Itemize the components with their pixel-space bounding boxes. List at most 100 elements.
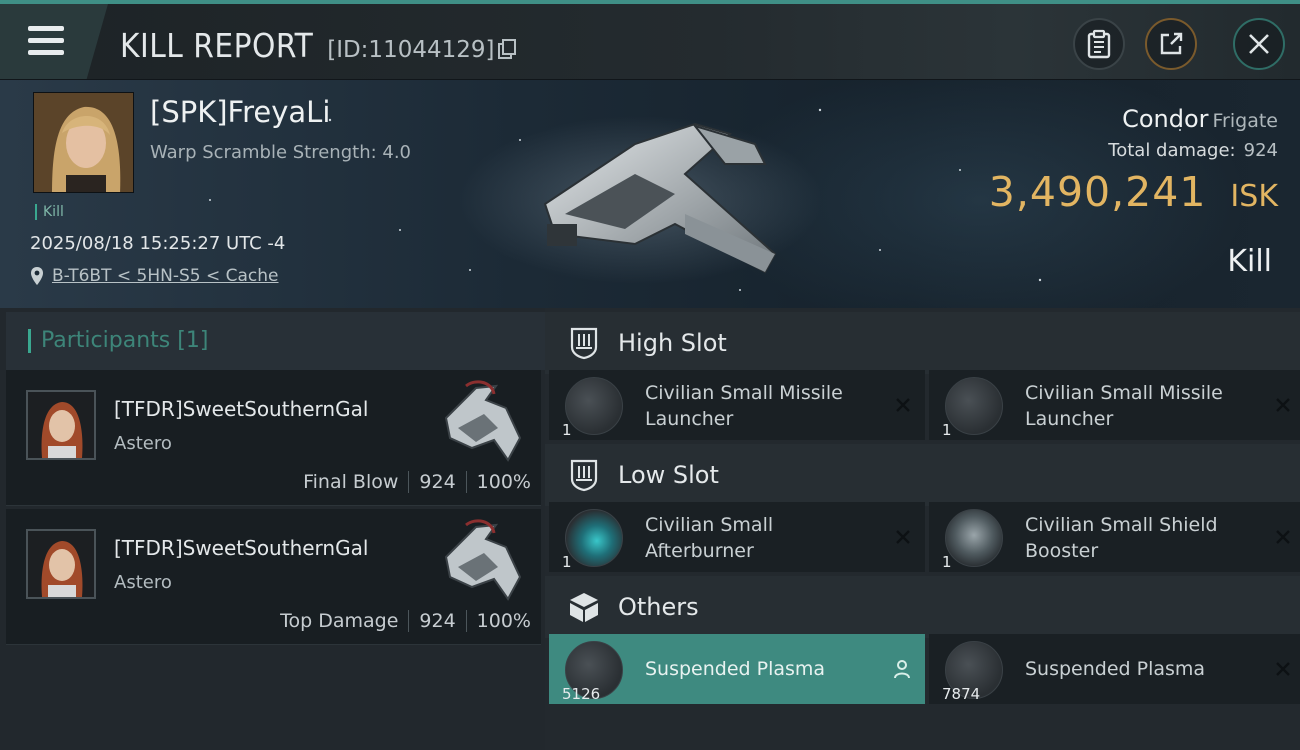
low-slot-icon xyxy=(570,459,598,492)
low-slot-header: Low Slot xyxy=(545,444,1300,506)
header-bar: KILL REPORT [ID:11044129] xyxy=(0,0,1300,80)
clipboard-button[interactable] xyxy=(1073,18,1125,70)
victim-ship-image[interactable] xyxy=(525,104,795,294)
report-id: [ID:11044129] xyxy=(327,37,495,63)
item-name: Suspended Plasma xyxy=(645,658,826,680)
divider xyxy=(465,610,467,632)
participant-role: Final Blow xyxy=(303,471,399,493)
total-damage-label: Total damage: xyxy=(1108,140,1236,161)
module-quantity: 1 xyxy=(942,553,952,571)
title-group: KILL REPORT [ID:11044129] xyxy=(120,26,517,65)
total-damage: Total damage: 924 xyxy=(1108,140,1278,161)
item-quantity: 5126 xyxy=(562,685,601,703)
isk-value: 3,490,241 ISK xyxy=(989,168,1278,216)
module-name: Civilian Small Afterburner xyxy=(645,514,774,562)
participant-ship: Astero xyxy=(114,572,172,593)
kill-location[interactable]: B-T6BT < 5HN-S5 < Cache xyxy=(30,266,279,286)
clipboard-icon xyxy=(1087,29,1111,59)
high-slot-header: High Slot xyxy=(545,312,1300,374)
participant-ship-image[interactable] xyxy=(436,517,528,605)
page-title: KILL REPORT xyxy=(120,26,314,65)
participant-stats: Top Damage 924 100% xyxy=(280,610,531,632)
divider xyxy=(408,610,410,632)
participant-percent: 100% xyxy=(476,471,531,493)
victim-detail: Warp Scramble Strength: 4.0 xyxy=(150,142,412,163)
cargo-item[interactable]: 5126 Suspended Plasma xyxy=(549,634,925,704)
dropped-person-icon xyxy=(894,660,910,679)
module-item[interactable]: 1 Civilian Small Missile Launcher xyxy=(549,370,925,440)
destroyed-icon xyxy=(896,530,910,544)
module-item[interactable]: 1 Civilian Small Missile Launcher xyxy=(929,370,1300,440)
participant-damage: 924 xyxy=(419,610,456,632)
cargo-box-icon xyxy=(570,593,598,622)
module-name: Civilian Small Missile Launcher xyxy=(1025,382,1223,430)
avatar[interactable] xyxy=(26,390,96,460)
close-button[interactable] xyxy=(1233,18,1285,70)
item-quantity: 7874 xyxy=(942,685,981,703)
victim-banner: [SPK]FreyaLi Warp Scramble Strength: 4.0… xyxy=(0,80,1300,308)
high-slot-icon xyxy=(570,327,598,360)
destroyed-icon xyxy=(1276,662,1290,676)
module-name: Civilian Small Missile Launcher xyxy=(645,382,843,430)
module-item[interactable]: 1 Civilian Small Afterburner xyxy=(549,502,925,572)
participant-card[interactable]: [TFDR]SweetSouthernGal Astero Top Damage… xyxy=(6,509,541,645)
participant-percent: 100% xyxy=(476,610,531,632)
victim-portrait[interactable] xyxy=(33,92,134,193)
shield-booster-icon xyxy=(945,509,1003,567)
ship-type: Condor xyxy=(1122,105,1209,133)
cargo-item[interactable]: 7874 Suspended Plasma xyxy=(929,634,1300,704)
others-title: Others xyxy=(618,593,699,621)
participant-ship: Astero xyxy=(114,433,172,454)
menu-button[interactable] xyxy=(0,4,108,80)
participants-title: Participants [1] xyxy=(28,329,208,353)
module-quantity: 1 xyxy=(942,421,952,439)
victim-name[interactable]: [SPK]FreyaLi xyxy=(150,95,330,129)
location-pin-icon xyxy=(31,267,43,285)
kill-report-window: KILL REPORT [ID:11044129] [SPK]FreyaLi W… xyxy=(0,0,1300,750)
divider xyxy=(465,471,467,493)
kill-result: Kill xyxy=(1227,244,1272,279)
participant-avatar xyxy=(28,531,94,597)
divider xyxy=(408,471,410,493)
participant-avatar xyxy=(28,392,94,458)
participant-role: Top Damage xyxy=(280,610,399,632)
participant-name[interactable]: [TFDR]SweetSouthernGal xyxy=(114,397,368,421)
participant-name[interactable]: [TFDR]SweetSouthernGal xyxy=(114,536,368,560)
ship-class: Frigate xyxy=(1212,110,1278,132)
isk-unit: ISK xyxy=(1230,179,1278,214)
isk-amount: 3,490,241 xyxy=(988,168,1207,216)
participant-stats: Final Blow 924 100% xyxy=(303,471,531,493)
participants-header: Participants [1] xyxy=(6,312,545,370)
module-name: Civilian Small Shield Booster xyxy=(1025,514,1218,562)
module-item[interactable]: 1 Civilian Small Shield Booster xyxy=(929,502,1300,572)
menu-icon xyxy=(28,26,64,56)
afterburner-icon xyxy=(565,509,623,567)
participants-label: Participants xyxy=(41,328,171,353)
kill-timestamp: 2025/08/18 15:25:27 UTC -4 xyxy=(30,233,286,254)
share-button[interactable] xyxy=(1145,18,1197,70)
participant-card[interactable]: [TFDR]SweetSouthernGal Astero Final Blow… xyxy=(6,370,541,506)
participant-damage: 924 xyxy=(419,471,456,493)
kill-tag: Kill xyxy=(35,204,64,220)
participant-ship-image[interactable] xyxy=(436,378,528,466)
location-link[interactable]: B-T6BT < 5HN-S5 < Cache xyxy=(52,266,279,286)
total-damage-value: 924 xyxy=(1243,140,1278,161)
ship-name: Condor Frigate xyxy=(1122,105,1278,133)
missile-launcher-icon xyxy=(565,377,623,435)
destroyed-icon xyxy=(1276,530,1290,544)
participants-panel: Participants [1] [TFDR]SweetSouthernGal … xyxy=(0,308,545,750)
destroyed-icon xyxy=(1276,398,1290,412)
avatar[interactable] xyxy=(26,529,96,599)
participants-count: [1] xyxy=(177,328,209,353)
fitting-panel: High Slot 1 Civilian Small Missile Launc… xyxy=(545,308,1300,750)
missile-launcher-icon xyxy=(945,377,1003,435)
low-slot-title: Low Slot xyxy=(618,461,719,489)
copy-icon[interactable] xyxy=(498,39,517,59)
high-slot-title: High Slot xyxy=(618,329,727,357)
module-quantity: 1 xyxy=(562,421,572,439)
share-icon xyxy=(1160,32,1183,55)
destroyed-icon xyxy=(896,398,910,412)
avatar xyxy=(34,93,133,192)
close-icon xyxy=(1249,34,1269,54)
item-name: Suspended Plasma xyxy=(1025,658,1206,680)
